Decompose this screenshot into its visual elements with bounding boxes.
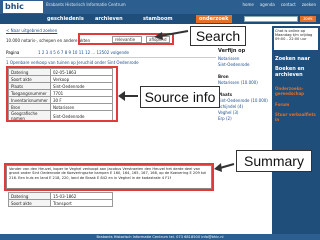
breadcrumb[interactable]: < Naar uitgebreid zoeken (6, 28, 57, 33)
refine-item[interactable]: Notarissen (10.000) (218, 80, 270, 86)
record-1: 1 Openbare verkoop van tuinen op Jeruchi… (6, 60, 216, 65)
menu-search-button[interactable]: zoek (300, 16, 316, 22)
results-header: Pagina 1 2 3 4 5 6 7 8 9 10 11 12 ... 12… (6, 48, 216, 58)
refine-title: Verfijn op (218, 48, 246, 54)
side-link-zoeken[interactable]: Zoeken naar (275, 56, 310, 62)
source-info-frame (6, 66, 118, 122)
table-row: Soort akte Transport (8, 199, 113, 207)
side-link-boeken[interactable]: Boeken en archieven (275, 66, 320, 78)
summary-callout: Summary (236, 150, 312, 172)
top-link-agenda[interactable]: agenda (260, 2, 275, 7)
source-info-callout: Source info (140, 86, 220, 108)
refine-item[interactable]: Erp (2) (218, 116, 270, 122)
footer: Brabants Historisch Informatie Centrum t… (0, 234, 320, 240)
brand-subtitle: Brabants Historisch Informatie Centrum (46, 2, 126, 7)
logo[interactable]: bhic (3, 1, 43, 13)
field-key: Soort akte (8, 199, 51, 207)
field-value: 15-03-1862 (50, 192, 113, 200)
menu-item-stamboom[interactable]: stamboom (140, 15, 176, 23)
search-callout: Search (190, 26, 246, 46)
menu-item-geschiedenis[interactable]: geschiedenis (44, 15, 87, 23)
pagination[interactable]: 1 2 3 4 5 6 7 8 9 10 11 12 ... 12502 vol… (38, 48, 129, 58)
side-bullet[interactable]: Onderzoeks-gereedschap (275, 86, 320, 96)
field-value: Transport (50, 199, 113, 207)
top-link-home[interactable]: home (243, 2, 254, 7)
summary-frame (4, 163, 214, 191)
top-bar: bhic Brabants Historisch Informatie Cent… (0, 0, 320, 14)
top-link-search[interactable]: zoeken (302, 2, 316, 7)
top-links: home agenda contact zoeken (243, 2, 316, 7)
record-2-table: Datering 15-03-1862 Soort akte Transport (8, 192, 113, 207)
summary-arrow (214, 163, 235, 172)
table-row: Datering 15-03-1862 (8, 192, 113, 200)
side-bullet[interactable]: Forum (275, 102, 289, 107)
menu-item-onderzoek[interactable]: onderzoek (196, 15, 232, 23)
search-arrow (154, 30, 189, 40)
refine-panel: Verfijn op Notarissen Sint-Oedenrode Bro… (218, 48, 270, 122)
refine-item[interactable]: Sint-Oedenrode (218, 62, 270, 68)
main-menu: geschiedenis archieven stamboom onderzoe… (0, 14, 320, 24)
right-sidebar: Chat is online op Maandag t/m vrijdag 09… (272, 26, 320, 240)
menu-search-input[interactable] (244, 16, 298, 22)
chat-widget[interactable]: Chat is online op Maandag t/m vrijdag 09… (274, 28, 318, 50)
menu-item-archieven[interactable]: archieven (92, 15, 126, 23)
logo-text: bhic (5, 2, 24, 11)
results-label: Pagina (6, 50, 20, 55)
source-arrow (118, 91, 138, 101)
top-link-contact[interactable]: contact (281, 2, 296, 7)
record-title[interactable]: 1 Openbare verkoop van tuinen op Jeruchi… (6, 60, 216, 65)
side-bullet[interactable]: Stuur verbaalfiets in (275, 112, 320, 122)
field-key: Datering (8, 192, 51, 200)
